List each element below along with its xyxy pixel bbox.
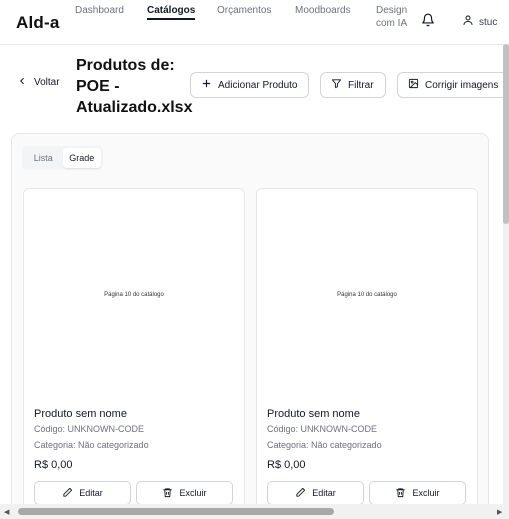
edit-button[interactable]: Editar: [267, 481, 364, 505]
nav-orcamentos[interactable]: Orçamentos: [217, 4, 271, 17]
product-card: Página 10 do catálogo Produto sem nome C…: [23, 188, 245, 518]
trash-icon: [162, 487, 173, 500]
filter-label: Filtrar: [348, 79, 374, 91]
view-list-option[interactable]: Lista: [24, 148, 63, 168]
product-image-placeholder: Página 10 do catálogo: [337, 292, 397, 298]
nav-design-ia[interactable]: Design com IA: [376, 4, 410, 30]
vertical-scrollbar-thumb[interactable]: [503, 44, 509, 224]
add-product-button[interactable]: Adicionar Produto: [190, 72, 309, 98]
product-code: Código: UNKNOWN-CODE: [267, 424, 378, 434]
product-name: Produto sem nome: [267, 408, 360, 420]
user-menu[interactable]: stuc: [462, 13, 497, 31]
edit-button[interactable]: Editar: [34, 481, 131, 505]
chevron-left-icon: [17, 76, 27, 89]
product-code: Código: UNKNOWN-CODE: [34, 424, 145, 434]
nav-moodboards[interactable]: Moodboards: [295, 4, 351, 17]
bell-icon[interactable]: [421, 13, 435, 27]
edit-label: Editar: [79, 488, 103, 498]
horizontal-scrollbar[interactable]: ◀ ▶: [0, 504, 509, 519]
plus-icon: [201, 78, 212, 92]
product-name: Produto sem nome: [34, 408, 127, 420]
scroll-left-arrow-icon[interactable]: ◀: [4, 508, 9, 516]
view-toggle: Lista Grade: [22, 146, 103, 170]
product-category: Categoria: Não categorizado: [267, 440, 382, 450]
page-title: Produtos de: POE - Atualizado.xlsx: [76, 57, 193, 116]
delete-button[interactable]: Excluir: [369, 481, 466, 505]
product-price: R$ 0,00: [34, 459, 73, 471]
product-card: Página 10 do catálogo Produto sem nome C…: [256, 188, 478, 518]
pencil-icon: [295, 487, 306, 500]
trash-icon: [395, 487, 406, 500]
nav-catalogos[interactable]: Catálogos: [147, 4, 196, 20]
user-name: stuc: [479, 16, 498, 28]
view-grid-option[interactable]: Grade: [62, 148, 101, 168]
top-navbar: Ald-a Dashboard Catálogos Orçamentos Moo…: [0, 0, 509, 45]
fix-images-label: Corrigir imagens: [425, 79, 499, 91]
delete-label: Excluir: [179, 488, 207, 498]
scroll-right-arrow-icon[interactable]: ▶: [497, 508, 502, 516]
nav-dashboard[interactable]: Dashboard: [75, 4, 124, 17]
delete-button[interactable]: Excluir: [136, 481, 233, 505]
product-price: R$ 0,00: [267, 459, 306, 471]
pencil-icon: [62, 487, 73, 500]
delete-label: Excluir: [412, 488, 440, 498]
filter-button[interactable]: Filtrar: [320, 72, 386, 98]
fix-images-button[interactable]: Corrigir imagens: [397, 72, 509, 98]
back-label: Voltar: [34, 77, 60, 88]
horizontal-scrollbar-thumb[interactable]: [18, 508, 334, 515]
user-icon: [462, 13, 474, 31]
add-product-label: Adicionar Produto: [218, 79, 298, 91]
vertical-scrollbar[interactable]: [503, 44, 509, 504]
back-button[interactable]: Voltar: [17, 76, 60, 89]
edit-label: Editar: [312, 488, 336, 498]
app-logo[interactable]: Ald-a: [16, 13, 60, 33]
product-category: Categoria: Não categorizado: [34, 440, 149, 450]
filter-icon: [331, 78, 342, 92]
product-image-placeholder: Página 10 do catálogo: [104, 292, 164, 298]
image-icon: [408, 78, 419, 92]
